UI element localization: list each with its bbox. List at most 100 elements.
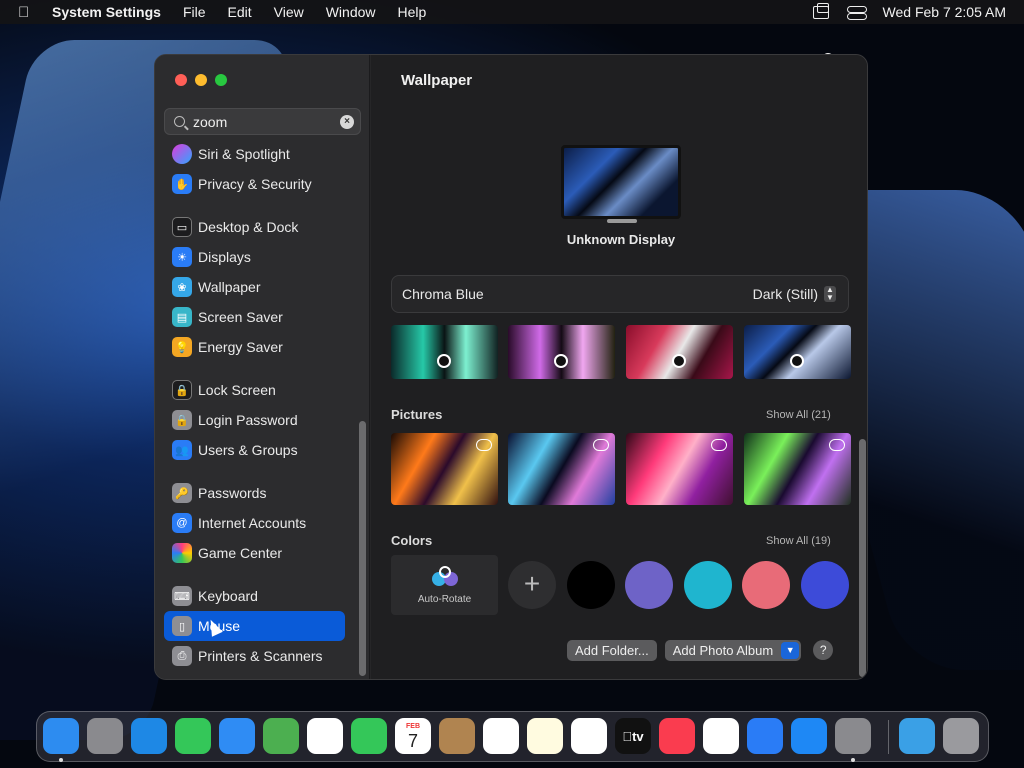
- color-swatch[interactable]: [567, 561, 615, 609]
- wallpaper-thumbnail[interactable]: [391, 325, 498, 379]
- sidebar-item-login-password[interactable]: 🔒 Login Password: [164, 405, 345, 435]
- add-folder-button[interactable]: Add Folder...: [567, 639, 657, 661]
- sidebar-item-users-groups[interactable]: 👥 Users & Groups: [164, 435, 345, 465]
- sidebar-item-screen-saver[interactable]: ▤ Screen Saver: [164, 302, 345, 332]
- appearance-mode-popup[interactable]: Dark (Still) ▲ ▼: [753, 286, 836, 302]
- sidebar-search[interactable]: ×: [164, 108, 361, 135]
- add-color-button[interactable]: +: [508, 561, 556, 609]
- finder-icon[interactable]: [43, 718, 79, 754]
- sidebar-item-label: Energy Saver: [198, 339, 283, 355]
- printer-icon: ⎙: [172, 646, 192, 666]
- search-input[interactable]: [193, 113, 333, 130]
- add-photo-album-button[interactable]: Add Photo Album ▼: [664, 639, 802, 661]
- apple-menu-icon[interactable]: : [18, 4, 36, 21]
- messages-icon[interactable]: [175, 718, 211, 754]
- sidebar-item-passwords[interactable]: 🔑 Passwords: [164, 478, 345, 508]
- menu-window[interactable]: Window: [326, 4, 376, 20]
- sidebar-item-label: Users & Groups: [198, 442, 298, 458]
- auto-rotate-tile[interactable]: Auto-Rotate: [391, 555, 498, 615]
- color-swatch[interactable]: [684, 561, 732, 609]
- tv-icon[interactable]: tv: [615, 718, 651, 754]
- freeform-icon[interactable]: [571, 718, 607, 754]
- mail-icon[interactable]: [219, 718, 255, 754]
- wallpaper-thumbnail[interactable]: [626, 325, 733, 379]
- main-scrollbar[interactable]: [859, 439, 866, 677]
- minimize-window-button[interactable]: [195, 74, 207, 86]
- menu-file[interactable]: File: [183, 4, 206, 20]
- bulb-icon: 💡: [172, 337, 192, 357]
- dock-icon: ▭: [172, 217, 192, 237]
- menu-view[interactable]: View: [274, 4, 304, 20]
- safari-icon[interactable]: [131, 718, 167, 754]
- color-swatch[interactable]: [625, 561, 673, 609]
- sidebar-item-desktop-dock[interactable]: ▭ Desktop & Dock: [164, 212, 345, 242]
- wallpaper-thumbnail[interactable]: [508, 325, 615, 379]
- help-button[interactable]: ?: [813, 640, 834, 660]
- dynamic-badge-icon: [437, 354, 451, 368]
- screensaver-icon: ▤: [172, 307, 192, 327]
- keynote-icon[interactable]: [747, 718, 783, 754]
- dynamic-badge-icon: [672, 354, 686, 368]
- color-swatch[interactable]: [742, 561, 790, 609]
- menu-app-name[interactable]: System Settings: [52, 4, 161, 20]
- sidebar-item-lock-screen[interactable]: 🔒 Lock Screen: [164, 375, 345, 405]
- sidebar-item-mouse[interactable]: ▯ Mouse: [164, 611, 345, 641]
- launchpad-icon[interactable]: [87, 718, 123, 754]
- photos-icon[interactable]: [307, 718, 343, 754]
- contacts-icon[interactable]: [439, 718, 475, 754]
- sidebar-item-label: Desktop & Dock: [198, 219, 299, 235]
- reminders-icon[interactable]: [483, 718, 519, 754]
- hand-icon: ✋: [172, 174, 192, 194]
- display-stand: [607, 219, 637, 223]
- sidebar-item-label: Internet Accounts: [198, 515, 307, 531]
- mouse-icon: ▯: [172, 616, 192, 636]
- picture-thumbnail[interactable]: [744, 433, 851, 505]
- dynamic-badge-icon: [790, 354, 804, 368]
- downloads-folder-icon[interactable]: [899, 718, 935, 754]
- news-icon[interactable]: [703, 718, 739, 754]
- picture-thumbnail[interactable]: [391, 433, 498, 505]
- facetime-icon[interactable]: [351, 718, 387, 754]
- wallpaper-thumbnail[interactable]: [744, 325, 851, 379]
- pictures-section-title: Pictures: [391, 407, 443, 422]
- close-window-button[interactable]: [175, 74, 187, 86]
- menu-help[interactable]: Help: [398, 4, 427, 20]
- screen-mirroring-icon[interactable]: [812, 2, 829, 19]
- lock-icon: 🔒: [172, 380, 192, 400]
- control-center-icon[interactable]: [846, 5, 867, 20]
- system-settings-icon[interactable]: [835, 718, 871, 754]
- music-icon[interactable]: [659, 718, 695, 754]
- trash-icon[interactable]: [943, 718, 979, 754]
- sidebar-item-keyboard[interactable]: ⌨ Keyboard: [164, 581, 345, 611]
- sidebar-item-displays[interactable]: ☀ Displays: [164, 242, 345, 272]
- calendar-month: FEB: [406, 722, 420, 730]
- maps-icon[interactable]: [263, 718, 299, 754]
- zoom-window-button[interactable]: [215, 74, 227, 86]
- notes-icon[interactable]: [527, 718, 563, 754]
- sidebar-item-internet-accounts[interactable]: @ Internet Accounts: [164, 508, 345, 538]
- search-icon: [174, 116, 185, 127]
- sidebar: × Siri & Spotlight ✋ Privacy & Security …: [155, 55, 370, 679]
- auto-rotate-icon: [431, 565, 458, 588]
- menu-edit[interactable]: Edit: [228, 4, 252, 20]
- appearance-mode-value: Dark (Still): [752, 286, 818, 302]
- sidebar-item-game-center[interactable]: Game Center: [164, 538, 345, 568]
- system-settings-window: × Siri & Spotlight ✋ Privacy & Security …: [154, 54, 868, 680]
- appstore-icon[interactable]: [791, 718, 827, 754]
- sidebar-item-siri[interactable]: Siri & Spotlight: [164, 139, 345, 169]
- sidebar-item-wallpaper[interactable]: ❀ Wallpaper: [164, 272, 345, 302]
- calendar-icon[interactable]: FEB 7: [395, 718, 431, 754]
- sidebar-item-privacy[interactable]: ✋ Privacy & Security: [164, 169, 345, 199]
- sidebar-scrollbar[interactable]: [359, 421, 366, 676]
- menu-clock[interactable]: Wed Feb 7 2:05 AM: [883, 4, 1006, 20]
- pictures-show-all-button[interactable]: Show All (21): [766, 409, 831, 421]
- colors-show-all-button[interactable]: Show All (19): [766, 535, 831, 547]
- download-cloud-icon: [476, 439, 492, 451]
- keyboard-icon: ⌨: [172, 586, 192, 606]
- sidebar-item-printers-scanners[interactable]: ⎙ Printers & Scanners: [164, 641, 345, 671]
- sidebar-item-energy-saver[interactable]: 💡 Energy Saver: [164, 332, 345, 362]
- picture-thumbnail[interactable]: [626, 433, 733, 505]
- clear-search-icon[interactable]: ×: [340, 114, 354, 129]
- picture-thumbnail[interactable]: [508, 433, 615, 505]
- color-swatch[interactable]: [801, 561, 849, 609]
